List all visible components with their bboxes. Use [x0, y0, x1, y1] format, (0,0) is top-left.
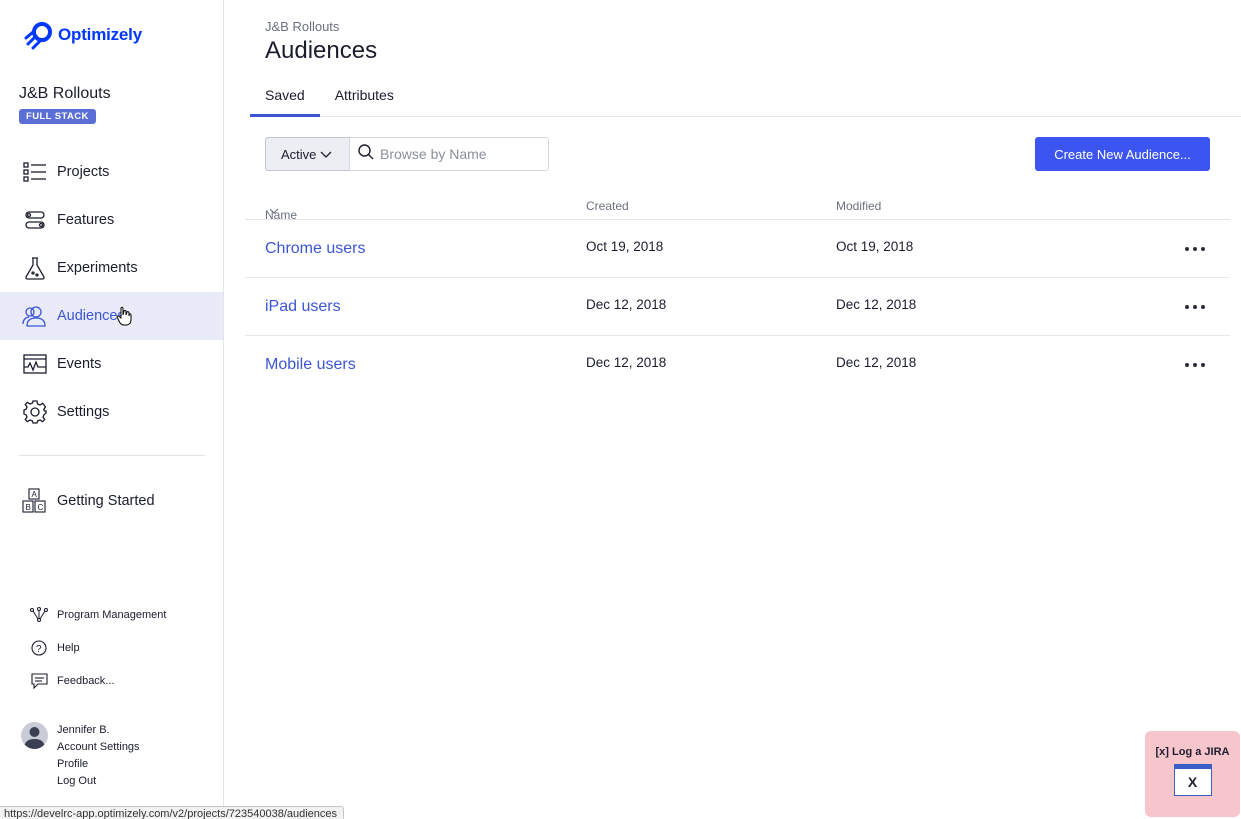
nav-item-features[interactable]: Features: [0, 196, 223, 244]
program-management-label: Program Management: [57, 608, 167, 621]
create-new-audience-button[interactable]: Create New Audience...: [1035, 137, 1210, 171]
search-box: [349, 137, 549, 171]
status-filter-label: Active: [281, 146, 317, 162]
chevron-down-icon: [320, 147, 332, 162]
feedback-link[interactable]: Feedback...: [30, 664, 166, 697]
features-icon: [22, 207, 48, 233]
table-row: Mobile users Dec 12, 2018 Dec 12, 2018: [245, 336, 1230, 394]
user-menu: Jennifer B. Account Settings Profile Log…: [21, 722, 140, 790]
program-management-link[interactable]: Program Management: [30, 598, 166, 631]
audience-name-link[interactable]: Chrome users: [265, 240, 365, 258]
modified-date: Dec 12, 2018: [836, 355, 917, 370]
sort-chevron-icon: [269, 208, 279, 215]
page-title: Audiences: [265, 37, 378, 64]
project-type-badge: FULL STACK: [19, 109, 96, 124]
logout-link[interactable]: Log Out: [57, 773, 140, 790]
nav-item-getting-started[interactable]: A B C Getting Started: [0, 477, 223, 525]
more-options-icon[interactable]: [1185, 299, 1205, 315]
nav-divider: [19, 455, 205, 456]
column-header-modified[interactable]: Modified: [836, 199, 881, 213]
nav-label: Audiences: [57, 308, 125, 324]
log-jira-widget[interactable]: [x] Log a JIRA X: [1145, 731, 1240, 817]
nav-item-experiments[interactable]: Experiments: [0, 244, 223, 292]
projects-icon: [22, 159, 48, 185]
modified-date: Dec 12, 2018: [836, 297, 917, 312]
nav-label: Features: [57, 212, 115, 228]
nav-label: Settings: [57, 404, 110, 420]
brand-name: Optimizely: [58, 25, 142, 44]
hand-cursor-icon: [116, 306, 132, 330]
user-name: Jennifer B.: [57, 724, 110, 736]
more-options-icon[interactable]: [1185, 357, 1205, 373]
abc-blocks-icon: A B C: [22, 488, 48, 514]
optimizely-logo-icon: [24, 22, 52, 50]
account-settings-link[interactable]: Account Settings: [57, 739, 140, 756]
breadcrumb[interactable]: J&B Rollouts: [265, 19, 339, 34]
search-icon: [358, 143, 374, 165]
created-date: Oct 19, 2018: [586, 239, 664, 254]
audiences-icon: [22, 303, 48, 329]
project-name: J&B Rollouts: [19, 85, 111, 102]
optimizely-logo[interactable]: Optimizely: [24, 20, 142, 50]
main-content: J&B Rollouts Audiences Saved Attributes …: [225, 0, 1241, 819]
search-input[interactable]: [380, 146, 540, 162]
status-filter-dropdown[interactable]: Active: [265, 137, 350, 171]
svg-text:C: C: [38, 503, 44, 512]
nav-label: Getting Started: [57, 493, 155, 509]
profile-link[interactable]: Profile: [57, 756, 140, 773]
log-jira-label: [x] Log a JIRA: [1155, 746, 1230, 758]
avatar[interactable]: [21, 722, 48, 749]
jira-window-icon: X: [1173, 764, 1212, 796]
feedback-icon: [30, 672, 48, 689]
secondary-links: Program Management ? Help Feedback...: [30, 598, 166, 697]
tab-saved[interactable]: Saved: [250, 80, 320, 117]
sidebar: Optimizely J&B Rollouts FULL STACK Proje…: [0, 0, 224, 819]
created-date: Dec 12, 2018: [586, 297, 667, 312]
gear-icon: [22, 399, 48, 425]
svg-text:?: ?: [36, 644, 42, 655]
created-date: Dec 12, 2018: [586, 355, 667, 370]
user-links: Jennifer B. Account Settings Profile Log…: [57, 722, 140, 790]
nav-label: Projects: [57, 164, 110, 180]
network-icon: [30, 606, 48, 623]
help-icon: ?: [30, 639, 48, 656]
tab-bar: Saved Attributes: [250, 80, 1241, 117]
svg-text:B: B: [26, 503, 31, 512]
table-header: Name Created Modified: [245, 190, 1230, 222]
jira-icon-glyph: X: [1187, 774, 1198, 790]
table-row: Chrome users Oct 19, 2018 Oct 19, 2018: [245, 220, 1230, 278]
nav-item-events[interactable]: Events: [0, 340, 223, 388]
help-label: Help: [57, 641, 80, 654]
flask-icon: [22, 255, 48, 281]
feedback-label: Feedback...: [57, 674, 115, 687]
svg-text:A: A: [32, 490, 38, 499]
getting-started-nav: A B C Getting Started: [0, 477, 223, 525]
modified-date: Oct 19, 2018: [836, 239, 914, 254]
nav-label: Events: [57, 356, 102, 372]
tab-attributes[interactable]: Attributes: [320, 80, 409, 117]
help-link[interactable]: ? Help: [30, 631, 166, 664]
nav-item-audiences[interactable]: Audiences: [0, 292, 223, 340]
more-options-icon[interactable]: [1185, 241, 1205, 257]
nav-item-projects[interactable]: Projects: [0, 148, 223, 196]
audiences-table: Name Created Modified Chrome users Oct 1…: [245, 190, 1230, 394]
primary-nav: Projects Features Experiments Audiences …: [0, 148, 223, 436]
column-header-created[interactable]: Created: [586, 199, 629, 213]
nav-label: Experiments: [57, 260, 138, 276]
audience-name-link[interactable]: iPad users: [265, 298, 341, 316]
table-row: iPad users Dec 12, 2018 Dec 12, 2018: [245, 278, 1230, 336]
events-icon: [22, 351, 48, 377]
audience-name-link[interactable]: Mobile users: [265, 356, 356, 374]
nav-item-settings[interactable]: Settings: [0, 388, 223, 436]
